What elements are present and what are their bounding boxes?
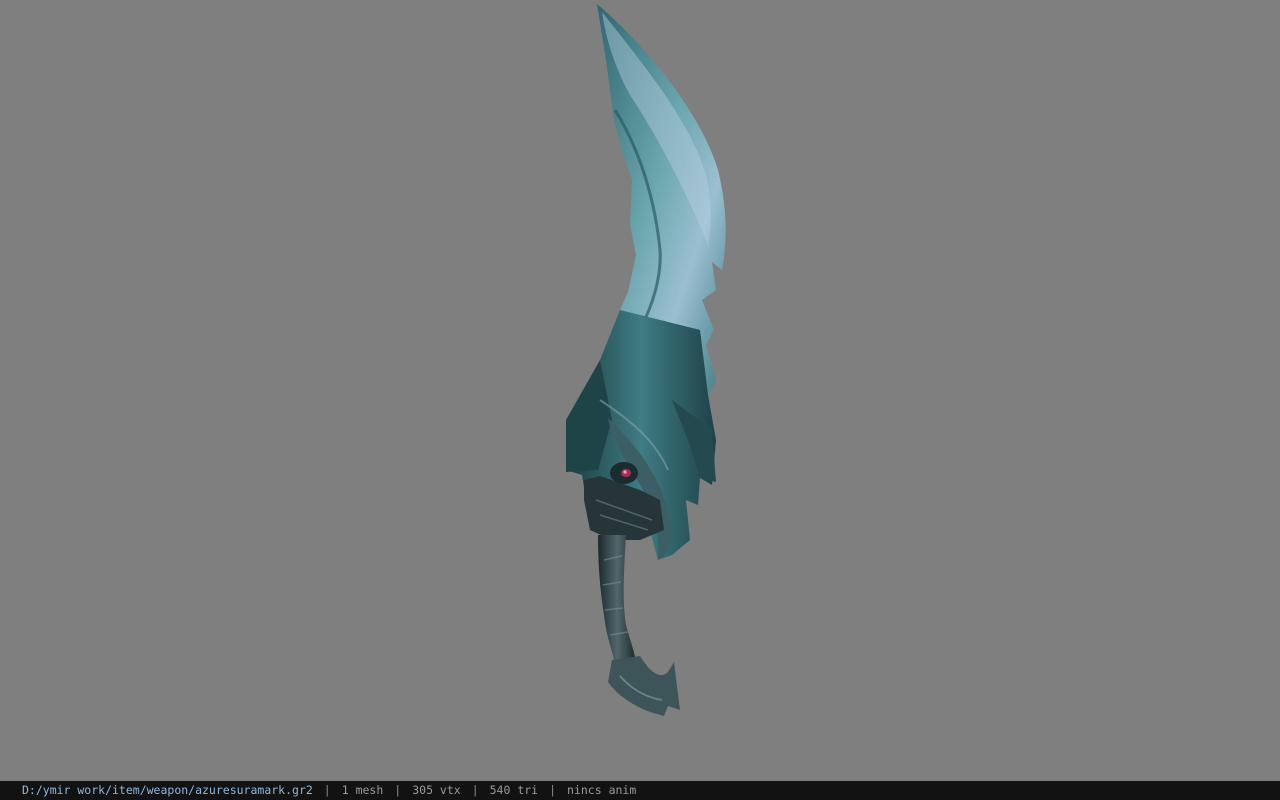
3d-viewport[interactable] (0, 0, 1280, 781)
mesh-count: 1 mesh (341, 783, 384, 797)
status-separator: | (394, 783, 402, 797)
animation-info: nincs anim (567, 783, 637, 797)
status-separator: | (471, 783, 479, 797)
vertex-count: 305 vtx (412, 783, 461, 797)
hilt-grip (598, 535, 636, 668)
status-separator: | (323, 783, 331, 797)
model-file-path: D:/ymir work/item/weapon/azuresuramark.g… (22, 783, 313, 797)
status-bar: D:/ymir work/item/weapon/azuresuramark.g… (0, 781, 1280, 800)
hilt-pommel (608, 656, 680, 716)
curved-sword-model[interactable] (0, 0, 1280, 781)
triangle-count: 540 tri (489, 783, 539, 797)
status-separator: | (549, 783, 557, 797)
